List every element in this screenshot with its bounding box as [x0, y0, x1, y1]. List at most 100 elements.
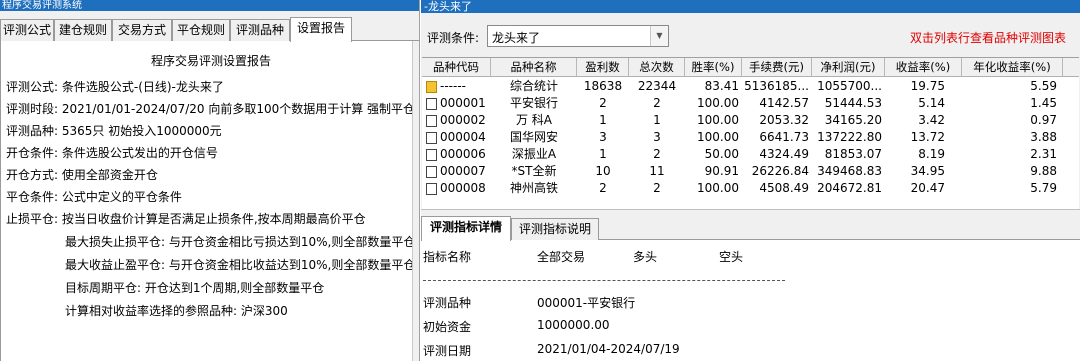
detail-label-date: 评测日期	[423, 344, 472, 358]
cell-win-rate: 100.00	[697, 96, 739, 110]
cell-code: 000001	[440, 96, 486, 110]
cell-return: 20.47	[910, 181, 945, 195]
table-row[interactable]: 000001 平安银行 2 2 100.00 4142.57 51444.53 5.14 1.4…	[422, 95, 1079, 112]
cell-fees: 2053.32	[759, 113, 809, 127]
detail-divider	[423, 280, 785, 281]
cell-total: 2	[653, 147, 661, 161]
cell-fees: 4324.49	[759, 147, 809, 161]
report-line-target-period: 目标周期平仓: 开仓达到1个周期,则全部数量平仓	[65, 281, 325, 295]
tab-close-rules[interactable]: 平仓规则	[172, 19, 230, 41]
detail-header-long: 多头	[633, 250, 658, 264]
table-row[interactable]: 000008 神州高铁 2 2 100.00 4508.49 204672.81 20.47 5…	[422, 180, 1079, 197]
cell-annual-return: 5.79	[1030, 181, 1057, 195]
results-window-title: -龙头来了	[421, 0, 1080, 13]
cell-name: 深振业A	[511, 147, 557, 161]
cell-net-profit: 1055700...	[817, 79, 882, 93]
row-checkbox[interactable]	[426, 166, 437, 178]
detail-tab-bar: 评测指标详情 评测指标说明	[421, 214, 1080, 241]
cell-net-profit: 81853.07	[824, 147, 882, 161]
cell-win-rate: 100.00	[697, 130, 739, 144]
detail-header-all: 全部交易	[537, 250, 586, 264]
table-row[interactable]: 000002 万 科A 1 1 100.00 2053.32 34165.20 3.42 0.9…	[422, 112, 1079, 129]
col-header-name[interactable]: 品种名称	[491, 58, 577, 77]
report-line-max-gain: 最大收益止盈平仓: 与开仓资金相比收益达到10%,则全部数量平仓	[65, 258, 416, 272]
cell-wins: 1	[599, 147, 607, 161]
tab-trade-mode[interactable]: 交易方式	[112, 19, 172, 41]
cell-return: 8.19	[918, 147, 945, 161]
cell-annual-return: 1.45	[1030, 96, 1057, 110]
tab-metric-details[interactable]: 评测指标详情	[421, 216, 511, 241]
cell-wins: 18638	[583, 79, 623, 93]
evaluation-results-window: -龙头来了 评测条件: 龙头来了 ▼ 双击列表行查看品种评测图表 品种代码 品种…	[421, 0, 1080, 361]
cell-fees: 5136185...	[744, 79, 809, 93]
tab-report[interactable]: 设置报告	[290, 17, 352, 42]
cell-name: 综合统计	[509, 79, 558, 93]
cell-annual-return: 0.97	[1030, 113, 1057, 127]
col-header-win-rate[interactable]: 胜率(%)	[685, 58, 742, 77]
results-table: 品种代码 品种名称 盈利数 总次数 胜率(%) 手续费(元) 净利润(元) 收益…	[422, 57, 1079, 209]
cell-win-rate: 100.00	[697, 113, 739, 127]
row-checkbox[interactable]	[426, 149, 437, 161]
report-scrollbar[interactable]	[412, 41, 419, 361]
cell-name: *ST全新	[511, 164, 557, 178]
col-header-net-profit[interactable]: 净利润(元)	[812, 58, 885, 77]
settings-tab-bar: 评测公式 建仓规则 交易方式 平仓规则 评测品种 设置报告	[0, 11, 419, 42]
cell-fees: 4508.49	[759, 181, 809, 195]
cell-code: 000006	[440, 147, 486, 161]
condition-select[interactable]: 龙头来了 ▼	[487, 25, 669, 47]
cell-return: 19.75	[910, 79, 945, 93]
report-title: 程序交易评测设置报告	[150, 54, 271, 68]
col-header-return[interactable]: 收益率(%)	[885, 58, 962, 77]
col-header-wins[interactable]: 盈利数	[577, 58, 629, 77]
row-checkbox[interactable]	[426, 115, 437, 127]
double-click-hint: 双击列表行查看品种评测图表	[909, 31, 1066, 45]
table-row[interactable]: ------ 综合统计 18638 22344 83.41 5136185... 10557…	[422, 78, 1079, 95]
evaluation-settings-window: 程序交易评测系统 评测公式 建仓规则 交易方式 平仓规则 评测品种 设置报告 程…	[0, 0, 420, 361]
col-header-annual-return[interactable]: 年化收益率(%)	[962, 58, 1063, 77]
report-line-open-mode: 开仓方式: 使用全部资金开仓	[6, 168, 158, 182]
cell-total: 11	[649, 164, 665, 178]
window-title: 程序交易评测系统	[0, 0, 419, 11]
row-checkbox[interactable]	[426, 132, 437, 144]
detail-value-capital: 1000000.00	[537, 318, 610, 332]
tab-formula[interactable]: 评测公式	[0, 19, 54, 41]
cell-code: 000008	[440, 181, 486, 195]
detail-value-instrument: 000001-平安银行	[537, 296, 636, 310]
cell-annual-return: 9.88	[1030, 164, 1057, 178]
table-row[interactable]: 000006 深振业A 1 2 50.00 4324.49 81853.07 8.19 2.31	[422, 146, 1079, 163]
cell-wins: 2	[599, 181, 607, 195]
tab-metric-explanation[interactable]: 评测指标说明	[511, 218, 599, 240]
chevron-down-icon[interactable]: ▼	[650, 26, 668, 46]
report-line-formula: 评测公式: 条件选股公式-(日线)-龙头来了	[6, 80, 224, 94]
cell-net-profit: 349468.83	[817, 164, 882, 178]
cell-fees: 6641.73	[759, 130, 809, 144]
cell-return: 3.42	[918, 113, 945, 127]
cell-net-profit: 137222.80	[817, 130, 882, 144]
settings-report-panel: 程序交易评测设置报告 评测公式: 条件选股公式-(日线)-龙头来了 评测时段: …	[0, 41, 420, 361]
cell-total: 22344	[637, 79, 677, 93]
table-row[interactable]: 000004 国华网安 3 3 100.00 6641.73 137222.80 13.72 3…	[422, 129, 1079, 146]
cell-annual-return: 5.59	[1030, 79, 1057, 93]
tab-instruments[interactable]: 评测品种	[230, 19, 290, 41]
cell-wins: 2	[599, 96, 607, 110]
cell-win-rate: 50.00	[704, 147, 739, 161]
col-header-total[interactable]: 总次数	[629, 58, 685, 77]
col-header-code[interactable]: 品种代码	[422, 58, 491, 77]
cell-wins: 3	[599, 130, 607, 144]
cell-win-rate: 90.91	[704, 164, 739, 178]
detail-value-date: 2021/01/04-2024/07/19	[537, 342, 680, 356]
table-header: 品种代码 品种名称 盈利数 总次数 胜率(%) 手续费(元) 净利润(元) 收益…	[422, 58, 1079, 77]
report-line-max-loss: 最大损失止损平仓: 与开仓资金相比亏损达到10%,则全部数量平仓	[65, 235, 416, 249]
row-checkbox[interactable]	[426, 98, 437, 110]
cell-name: 国华网安	[509, 130, 558, 144]
row-checkbox[interactable]	[426, 183, 437, 195]
col-header-fees[interactable]: 手续费(元)	[742, 58, 812, 77]
metric-details-panel: 指标名称 全部交易 多头 空头 评测品种 000001-平安银行 初始资金 10…	[421, 240, 1080, 361]
tab-open-rules[interactable]: 建仓规则	[54, 19, 112, 41]
condition-label: 评测条件:	[427, 31, 480, 45]
table-row[interactable]: 000007 *ST全新 10 11 90.91 26226.84 349468.83 34.…	[422, 163, 1079, 180]
detail-header-short: 空头	[719, 250, 744, 264]
cell-return: 13.72	[910, 130, 945, 144]
cell-name: 平安银行	[509, 96, 558, 110]
report-line-period: 评测时段: 2021/01/01-2024/07/20 向前多取100个数据用于…	[6, 102, 420, 116]
